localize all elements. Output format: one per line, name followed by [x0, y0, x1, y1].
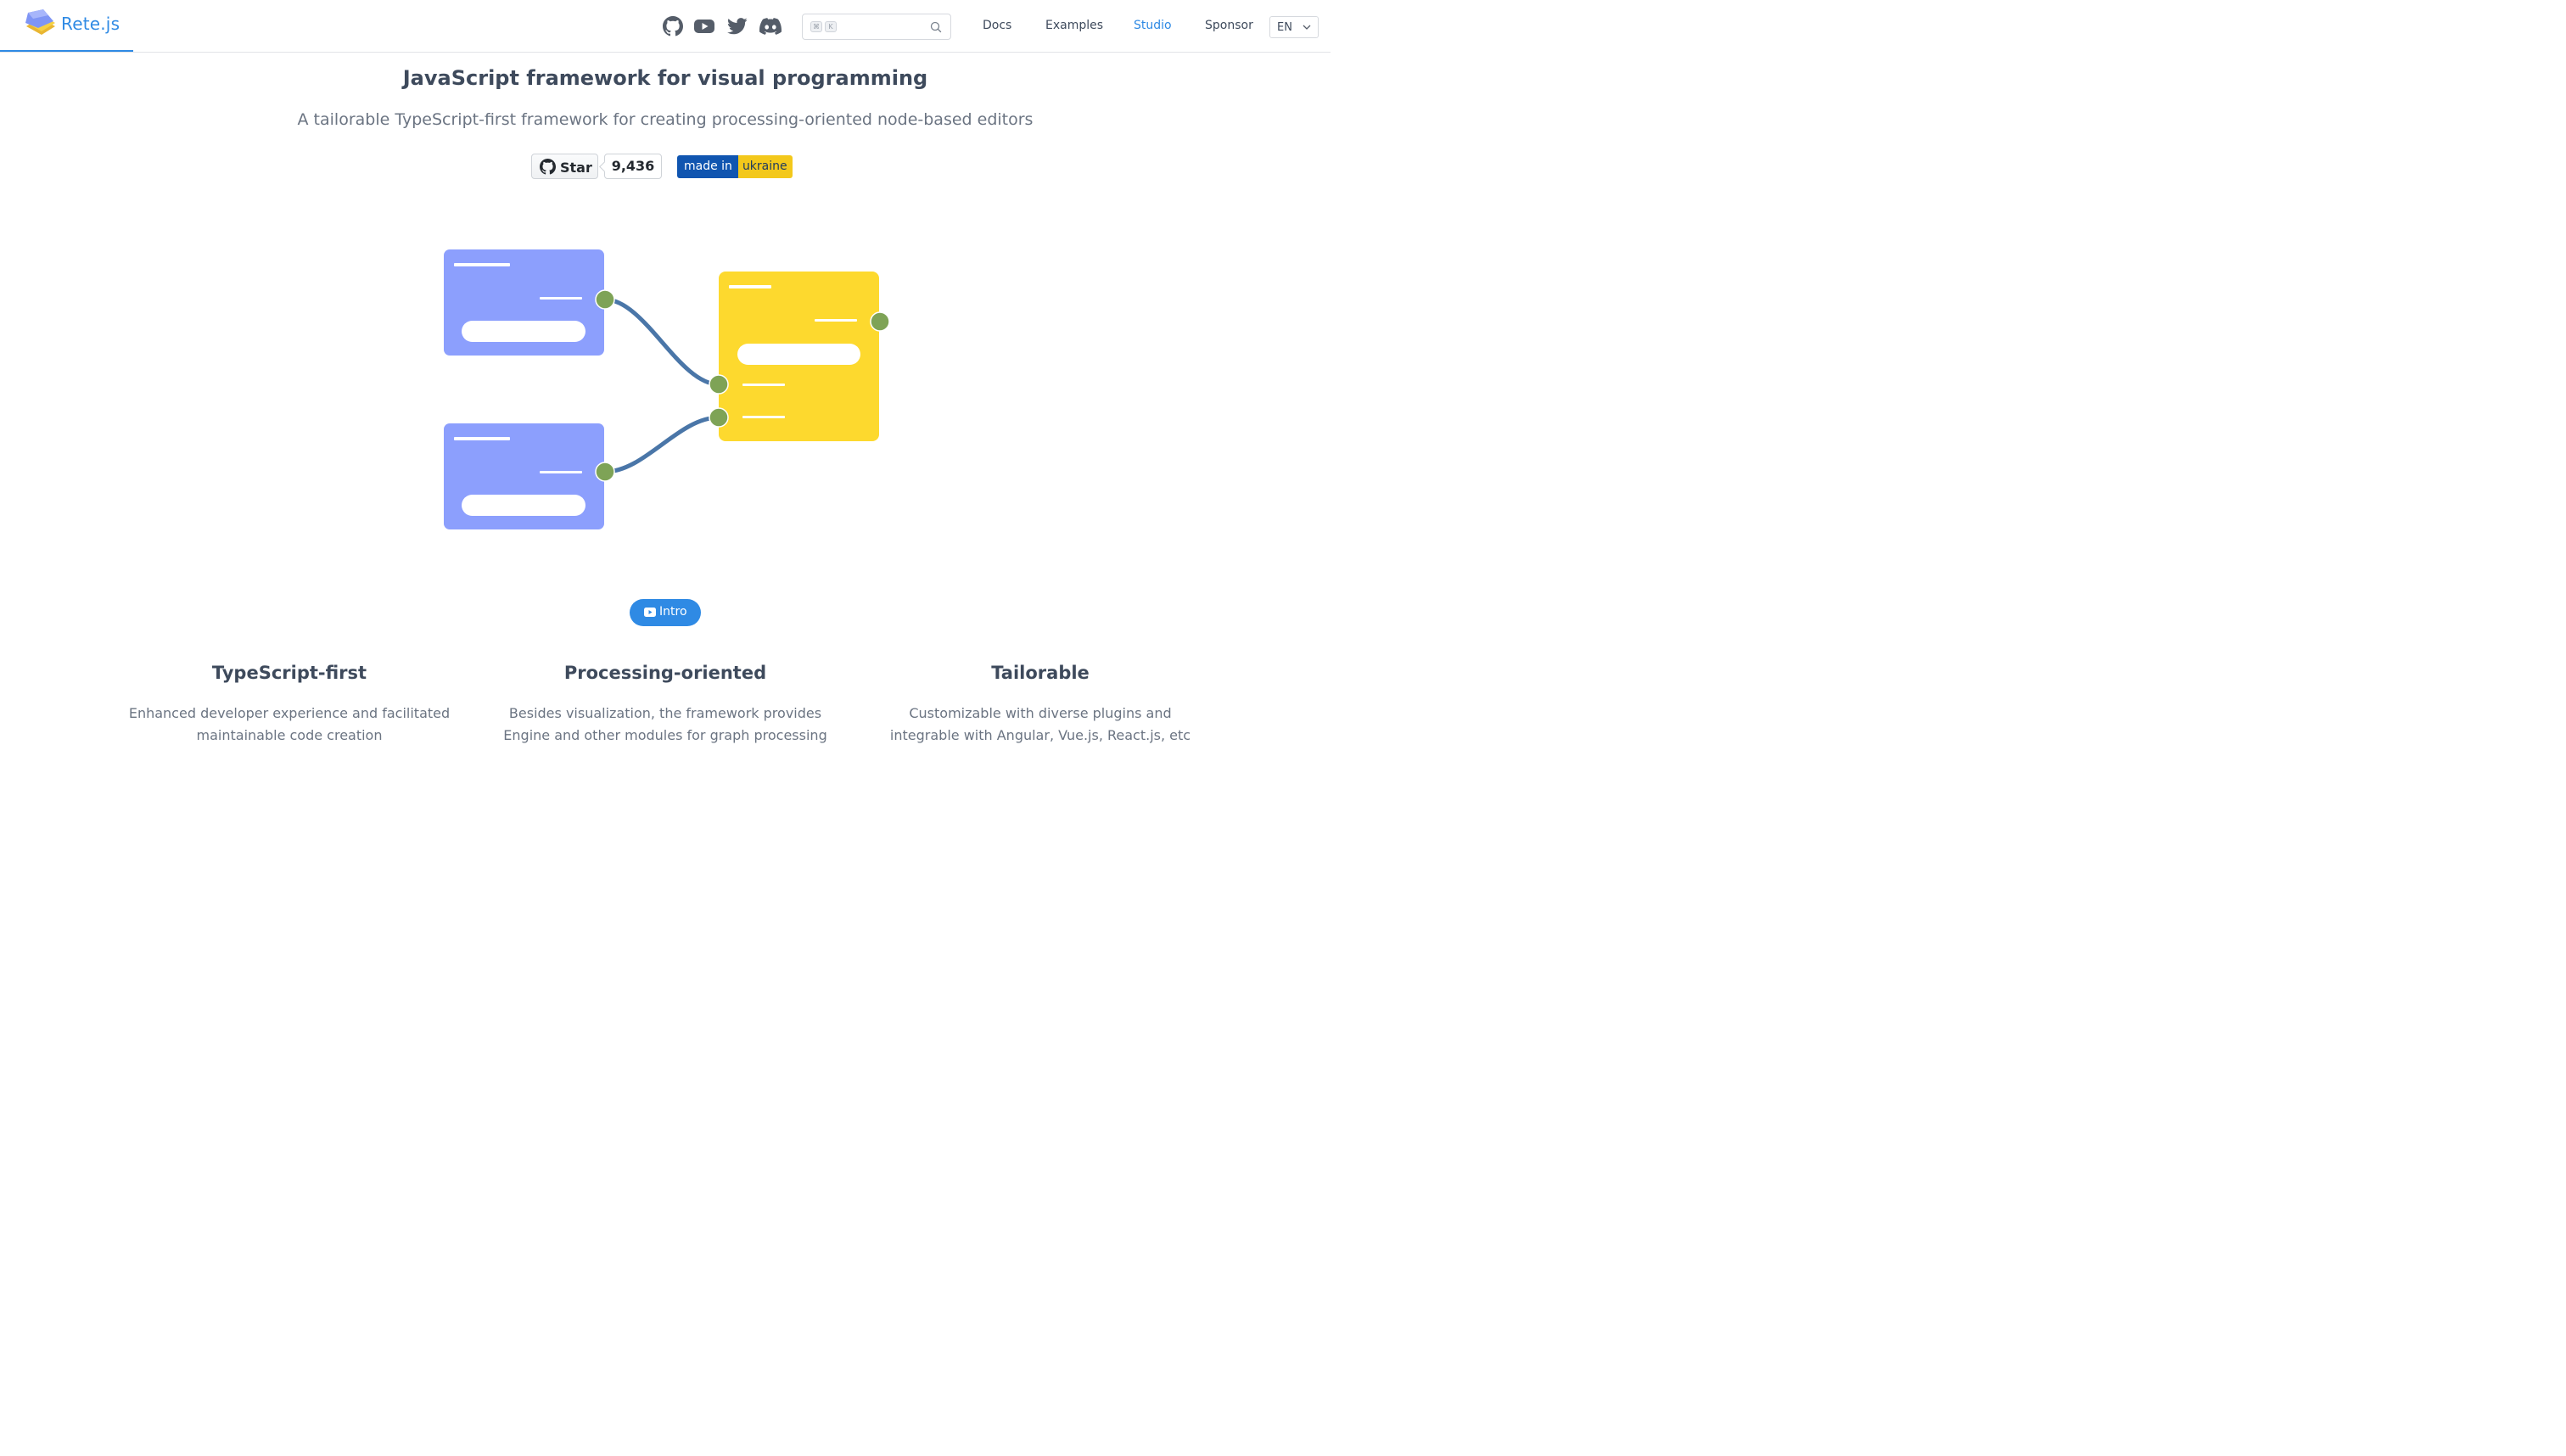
intro-video-button[interactable]: Intro [630, 599, 701, 626]
github-link[interactable] [662, 15, 684, 37]
github-star-button[interactable]: Star [531, 154, 598, 179]
youtube-icon [644, 608, 656, 617]
nav-studio[interactable]: Studio [1134, 19, 1172, 32]
input-socket [709, 374, 729, 395]
shortcut-key-k: K [825, 21, 837, 32]
nav-examples[interactable]: Examples [1045, 19, 1103, 32]
badge-right-text: ukraine [737, 155, 793, 178]
nav-docs[interactable]: Docs [983, 19, 1011, 32]
star-count[interactable]: 9,436 [604, 154, 662, 179]
output-socket [870, 311, 890, 332]
output-socket [595, 289, 615, 310]
node-input-2 [444, 423, 615, 529]
top-navbar: Rete.js ⌘ K Docs Examples Studio Sponsor… [0, 0, 1331, 53]
node-input-1 [444, 249, 615, 356]
github-icon [663, 16, 683, 36]
twitter-icon [727, 18, 748, 35]
feature-description-line: integrable with Angular, Vue.js, React.j… [889, 727, 1191, 743]
feature-description-line: maintainable code creation [196, 727, 383, 743]
feature-description: Customizable with diverse plugins and in… [845, 703, 1235, 747]
search-icon [930, 21, 942, 33]
chevron-down-icon [1303, 25, 1311, 30]
feature-description: Besides visualization, the framework pro… [470, 703, 860, 747]
feature-description-line: Enhanced developer experience and facili… [128, 705, 451, 721]
github-icon [540, 159, 556, 175]
feature-title: TypeScript-first [211, 663, 367, 683]
feature-description-line: Besides visualization, the framework pro… [508, 705, 822, 721]
connection-2 [602, 415, 721, 474]
brand-name: Rete.js [61, 14, 120, 34]
youtube-icon [694, 20, 714, 33]
badge-left-text: made in [677, 155, 738, 178]
feature-processing-oriented: Processing-oriented Besides visualizatio… [470, 663, 860, 747]
rete-logo-icon [25, 9, 55, 35]
intro-label: Intro [659, 605, 687, 619]
youtube-link[interactable] [693, 15, 715, 37]
feature-title: Tailorable [991, 663, 1090, 683]
feature-title: Processing-oriented [563, 663, 767, 683]
language-select[interactable]: EN [1269, 16, 1319, 38]
shortcut-key-cmd: ⌘ [810, 21, 822, 32]
feature-typescript-first: TypeScript-first Enhanced developer expe… [94, 663, 485, 747]
language-label: EN [1277, 21, 1292, 34]
discord-icon [759, 18, 782, 35]
feature-tailorable: Tailorable Customizable with diverse plu… [845, 663, 1235, 747]
page-subtitle: A tailorable TypeScript-first framework … [297, 110, 1034, 129]
node-output [709, 272, 890, 441]
search-input[interactable]: ⌘ K [802, 14, 951, 40]
feature-description-line: Engine and other modules for graph proce… [503, 727, 827, 743]
feature-description-line: Customizable with diverse plugins and [909, 705, 1172, 721]
input-socket [709, 407, 729, 428]
brand-link[interactable]: Rete.js [0, 0, 133, 52]
feature-description: Enhanced developer experience and facili… [94, 703, 485, 747]
twitter-link[interactable] [726, 15, 748, 37]
star-label: Star [560, 160, 592, 176]
page-title: JavaScript framework for visual programm… [402, 66, 928, 90]
made-in-ukraine-badge[interactable]: made in ukraine [677, 155, 793, 178]
output-socket [595, 462, 615, 482]
nav-sponsor[interactable]: Sponsor [1205, 19, 1253, 32]
connection-1 [602, 297, 721, 387]
discord-link[interactable] [759, 15, 782, 37]
